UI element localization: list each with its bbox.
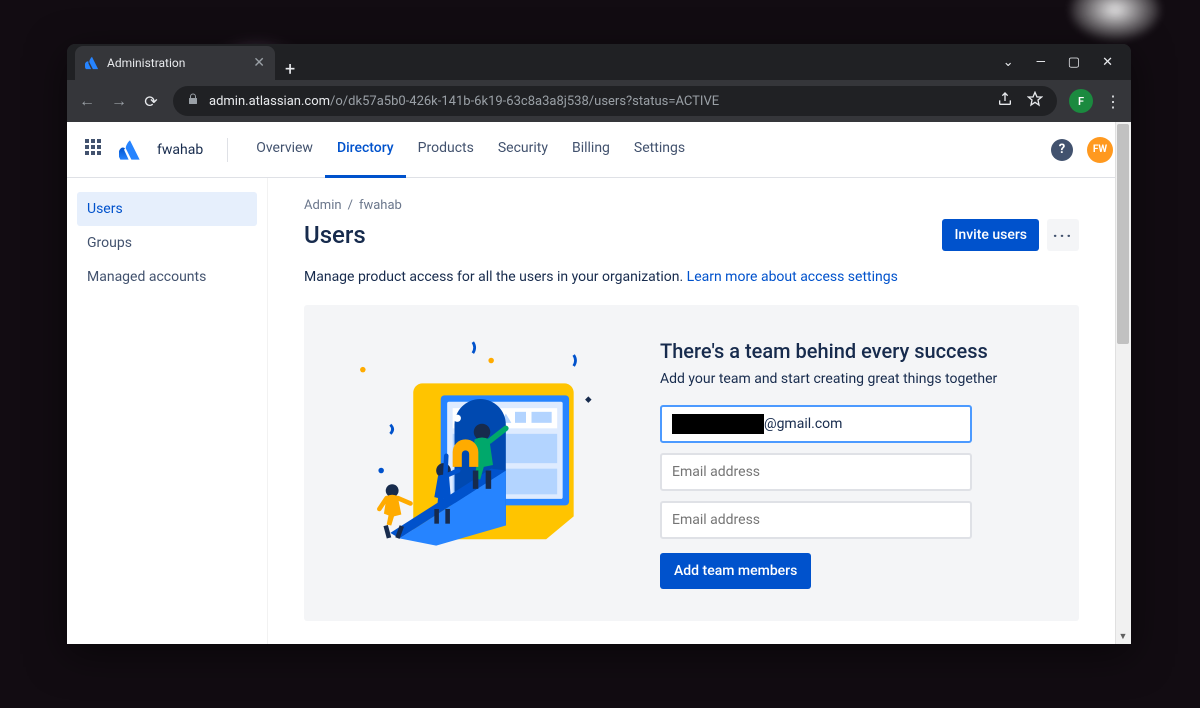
team-illustration (332, 333, 632, 553)
more-actions-button[interactable]: ··· (1047, 219, 1079, 251)
url-bar[interactable]: admin.atlassian.com/o/dk57a5b0-426k-141b… (173, 86, 1057, 116)
url-host: admin.atlassian.com (209, 94, 330, 109)
email-field-2[interactable] (672, 464, 960, 480)
scrollbar[interactable]: ▲ ▼ (1115, 122, 1131, 644)
subtitle: Manage product access for all the users … (304, 269, 1079, 285)
atlassian-icon (85, 56, 99, 70)
email-input-3[interactable] (660, 501, 972, 539)
nav-tabs: Overview Directory Products Security Bil… (244, 122, 697, 178)
share-icon[interactable] (997, 91, 1013, 111)
browser-profile-avatar[interactable]: F (1069, 89, 1093, 113)
team-form: There's a team behind every success Add … (660, 333, 1051, 589)
browser-tab[interactable]: Administration ✕ (75, 46, 275, 80)
sidebar-item-groups[interactable]: Groups (77, 226, 257, 260)
subtitle-text: Manage product access for all the users … (304, 269, 687, 285)
top-nav: fwahab Overview Directory Products Secur… (67, 122, 1131, 178)
nav-tab-security[interactable]: Security (486, 122, 560, 178)
tab-strip: Administration ✕ + ⌄ — ▢ ✕ (67, 44, 1131, 80)
scrollbar-thumb[interactable] (1117, 124, 1129, 344)
forward-button[interactable]: → (109, 91, 129, 111)
atlassian-logo-icon[interactable] (119, 139, 141, 161)
breadcrumb-site[interactable]: fwahab (359, 198, 402, 213)
reload-button[interactable]: ⟳ (141, 92, 161, 111)
sidebar-item-users[interactable]: Users (77, 192, 257, 226)
page-title: Users (304, 221, 366, 249)
star-icon[interactable] (1027, 91, 1043, 111)
nav-tab-billing[interactable]: Billing (560, 122, 622, 178)
browser-menu-icon[interactable]: ⋮ (1105, 92, 1121, 111)
email-input-2[interactable] (660, 453, 972, 491)
window-controls: ⌄ — ▢ ✕ (1003, 44, 1131, 80)
nav-divider (227, 138, 228, 162)
email-suffix: @gmail.com (764, 416, 842, 432)
user-avatar[interactable]: FW (1087, 137, 1113, 163)
learn-more-link[interactable]: Learn more about access settings (687, 269, 898, 285)
sidebar-item-managed-accounts[interactable]: Managed accounts (77, 260, 257, 294)
lock-icon (187, 93, 199, 109)
nav-tab-products[interactable]: Products (406, 122, 486, 178)
email-input-1[interactable]: @gmail.com (660, 405, 972, 443)
breadcrumb-admin[interactable]: Admin (304, 198, 342, 213)
back-button[interactable]: ← (77, 91, 97, 111)
chevron-down-icon[interactable]: ⌄ (1003, 55, 1014, 70)
team-heading: There's a team behind every success (660, 339, 1051, 363)
redacted-email-local (672, 414, 764, 434)
help-icon[interactable]: ? (1051, 139, 1073, 161)
maximize-icon[interactable]: ▢ (1068, 55, 1080, 70)
page-content: ▲ ▼ fwahab Overview Directory Products S… (67, 122, 1131, 644)
team-subheading: Add your team and start creating great t… (660, 371, 1051, 387)
invite-users-button[interactable]: Invite users (942, 219, 1039, 251)
minimize-icon[interactable]: — (1036, 55, 1046, 70)
add-team-members-button[interactable]: Add team members (660, 553, 811, 589)
nav-tab-directory[interactable]: Directory (325, 122, 406, 178)
tab-title: Administration (107, 56, 185, 70)
nav-tab-overview[interactable]: Overview (244, 122, 325, 178)
close-tab-icon[interactable]: ✕ (253, 55, 265, 71)
scroll-down-icon[interactable]: ▼ (1115, 628, 1131, 644)
url-row: ← → ⟳ admin.atlassian.com/o/dk57a5b0-426… (67, 80, 1131, 122)
breadcrumbs: Admin / fwahab (304, 198, 1079, 213)
app-switcher-icon[interactable] (85, 139, 107, 161)
new-tab-button[interactable]: + (275, 59, 305, 80)
browser-window: Administration ✕ + ⌄ — ▢ ✕ ← → ⟳ admin.a… (67, 44, 1131, 644)
email-field-3[interactable] (672, 512, 960, 528)
nav-tab-settings[interactable]: Settings (622, 122, 697, 178)
close-window-icon[interactable]: ✕ (1102, 55, 1113, 70)
main-content: Admin / fwahab Users Invite users ··· Ma… (267, 178, 1115, 644)
site-name: fwahab (157, 142, 203, 158)
sidebar: Users Groups Managed accounts (67, 178, 267, 644)
url-path: /o/dk57a5b0-426k-141b-6k19-63c8a3a8j538/… (330, 94, 719, 109)
team-onboarding-panel: There's a team behind every success Add … (304, 305, 1079, 621)
